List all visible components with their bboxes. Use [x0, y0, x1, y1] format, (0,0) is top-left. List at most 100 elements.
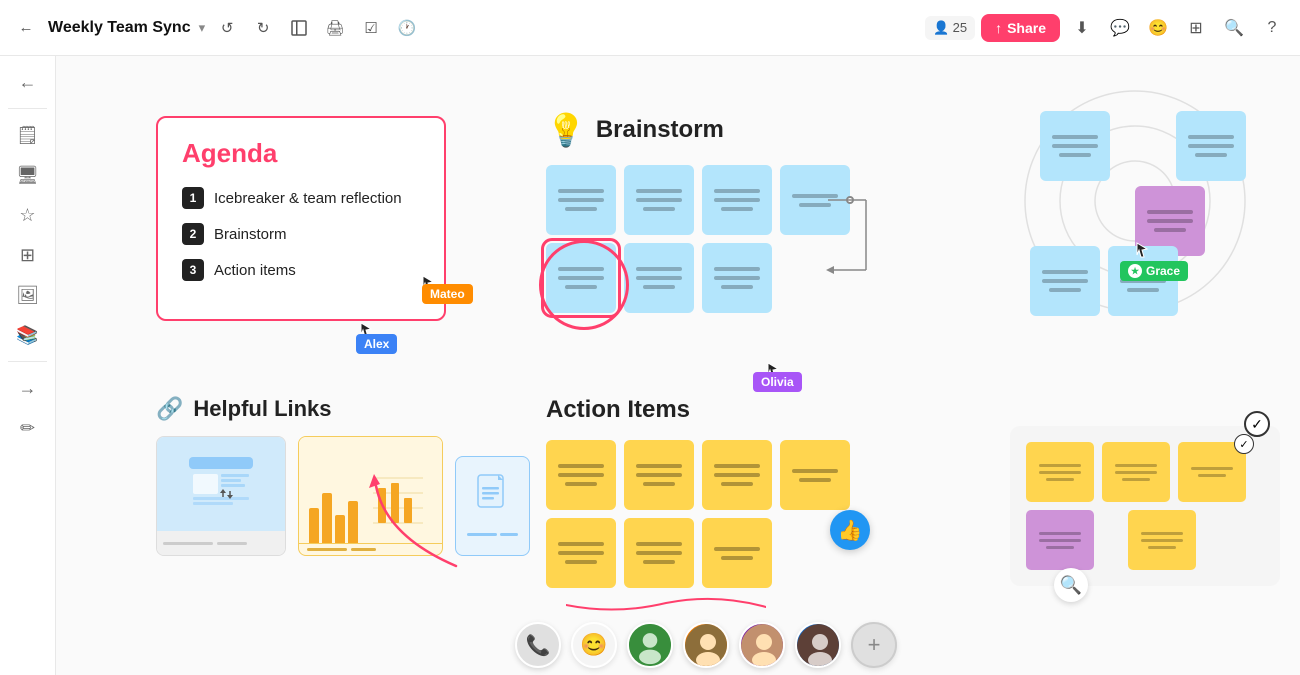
zoomed-sticky-2[interactable] [1102, 442, 1170, 502]
agenda-item-2: 2 Brainstorm [182, 223, 420, 245]
frame-icon[interactable] [285, 14, 313, 42]
topbar: ← Weekly Team Sync ▾ ↺ ↻ 🖨 ☑ 🕐 👤 25 ↑ Sh… [0, 0, 1300, 56]
help-icon[interactable]: ? [1256, 12, 1288, 44]
add-participant-button[interactable]: + [851, 622, 897, 668]
back-icon[interactable]: ← [12, 14, 40, 42]
sidebar-item-screen[interactable]: 🖥 [10, 157, 46, 193]
sticky-7[interactable] [702, 243, 772, 313]
sidebar-divider-2 [8, 361, 47, 362]
action-sticky-3[interactable] [702, 440, 772, 510]
card-img-area [157, 437, 285, 531]
sidebar-item-image[interactable]: 🖼 [10, 277, 46, 313]
brainstorm-sticky-grid [546, 165, 850, 313]
doc-icon-svg [473, 473, 513, 523]
helpful-links-title-text: Helpful Links [193, 396, 331, 422]
agenda-label-2: Brainstorm [214, 226, 287, 243]
sidebar-item-layers[interactable]: 📚 [10, 317, 46, 353]
agenda-label-3: Action items [214, 262, 296, 279]
zoomed-panel: ✓ ✓ 🔍 [1010, 426, 1280, 586]
agenda-num-1: 1 [182, 187, 204, 209]
card-chart-area [299, 437, 442, 543]
sidebar-divider-1 [8, 108, 47, 109]
canvas: Agenda 1 Icebreaker & team reflection 2 … [56, 56, 1300, 675]
avatar-4[interactable] [795, 622, 841, 668]
spiral-sticky-3[interactable] [1030, 246, 1100, 316]
cursor-label-grace: ★ Grace [1120, 261, 1188, 281]
spiral-area: ★ Grace [990, 86, 1280, 321]
users-badge[interactable]: 👤 25 [925, 16, 975, 40]
download-icon[interactable]: ⬇ [1066, 12, 1098, 44]
sidebar: ← 🗒 🖥 ☆ ⊞ 🖼 📚 → ✏ [0, 56, 56, 675]
spiral-sticky-2[interactable] [1176, 111, 1246, 181]
action-sticky-5[interactable] [546, 518, 616, 588]
undo-icon[interactable]: ↺ [213, 14, 241, 42]
avatar-2[interactable] [683, 622, 729, 668]
action-stickies-container: 👍 [546, 440, 850, 588]
zoom-in-icon[interactable]: 🔍 [1218, 12, 1250, 44]
agenda-num-3: 3 [182, 259, 204, 281]
helpful-links-title: 🔗 Helpful Links [156, 396, 530, 422]
action-sticky-7[interactable] [702, 518, 772, 588]
users-count: 25 [953, 20, 967, 35]
bottom-emoji-button[interactable]: 😊 [571, 622, 617, 668]
zoomed-sticky-purple[interactable] [1026, 510, 1094, 570]
reactions-icon[interactable]: 😊 [1142, 12, 1174, 44]
redo-icon[interactable]: ↻ [249, 14, 277, 42]
share-button[interactable]: ↑ Share [981, 14, 1060, 42]
agenda-title: Agenda [182, 138, 420, 169]
sticky-check-badge: ✓ [1234, 434, 1254, 454]
sticky-2[interactable] [624, 165, 694, 235]
link-card-doc[interactable] [455, 456, 530, 556]
agenda-item-1: 1 Icebreaker & team reflection [182, 187, 420, 209]
sticky-4[interactable] [780, 165, 850, 235]
action-sticky-6[interactable] [624, 518, 694, 588]
print-icon[interactable]: 🖨 [321, 14, 349, 42]
page-title[interactable]: Weekly Team Sync [48, 19, 191, 37]
zoomed-row-1: ✓ [1026, 442, 1264, 502]
link-card-webpage[interactable] [156, 436, 286, 556]
spiral-sticky-1[interactable] [1040, 111, 1110, 181]
link-card-chart[interactable] [298, 436, 443, 556]
sticky-5-highlighted[interactable] [546, 243, 616, 313]
sticky-empty [780, 243, 850, 313]
zoomed-sticky-4[interactable] [1128, 510, 1196, 570]
action-sticky-1[interactable] [546, 440, 616, 510]
share-label: Share [1007, 20, 1046, 36]
chart-grid [373, 468, 423, 538]
sticky-3[interactable] [702, 165, 772, 235]
sticky-6[interactable] [624, 243, 694, 313]
cursor-olivia-arrow [766, 361, 780, 384]
sidebar-item-note[interactable]: 🗒 [10, 117, 46, 153]
topbar-right: 👤 25 ↑ Share ⬇ 💬 😊 ⊞ 🔍 ? [925, 12, 1288, 44]
clock-icon[interactable]: 🕐 [393, 14, 421, 42]
thumbs-up-icon: 👍 [830, 510, 870, 550]
title-dropdown-icon[interactable]: ▾ [199, 20, 206, 36]
cursor-alex-arrow [359, 321, 373, 344]
avatar-3[interactable] [739, 622, 785, 668]
action-sticky-4[interactable] [780, 440, 850, 510]
lightbulb-icon: 💡 [546, 111, 586, 149]
board-icon[interactable]: ⊞ [1180, 12, 1212, 44]
sidebar-item-star[interactable]: ☆ [10, 197, 46, 233]
action-items-title: Action Items [546, 396, 850, 424]
bottom-phone-button[interactable]: 📞 [515, 622, 561, 668]
sidebar-item-pen[interactable]: ✏ [10, 410, 46, 446]
zoom-magnifier-icon[interactable]: 🔍 [1054, 568, 1088, 602]
agenda-num-2: 2 [182, 223, 204, 245]
sidebar-item-export[interactable]: → [10, 370, 46, 406]
action-sticky-2[interactable] [624, 440, 694, 510]
zoomed-sticky-3[interactable]: ✓ [1178, 442, 1246, 502]
sticky-1[interactable] [546, 165, 616, 235]
zoomed-row-2 [1026, 510, 1264, 570]
avatar-1[interactable] [627, 622, 673, 668]
zoomed-sticky-1[interactable] [1026, 442, 1094, 502]
action-section: Action Items 👍 [546, 396, 850, 588]
share-arrow-icon: ↑ [995, 20, 1002, 36]
helpful-section: 🔗 Helpful Links [156, 396, 530, 556]
check-icon[interactable]: ☑ [357, 14, 385, 42]
comment-icon[interactable]: 💬 [1104, 12, 1136, 44]
sidebar-item-grid[interactable]: ⊞ [10, 237, 46, 273]
doc-footer [463, 529, 522, 540]
users-icon: 👤 [933, 20, 949, 36]
sidebar-item-back[interactable]: ← [10, 64, 46, 100]
